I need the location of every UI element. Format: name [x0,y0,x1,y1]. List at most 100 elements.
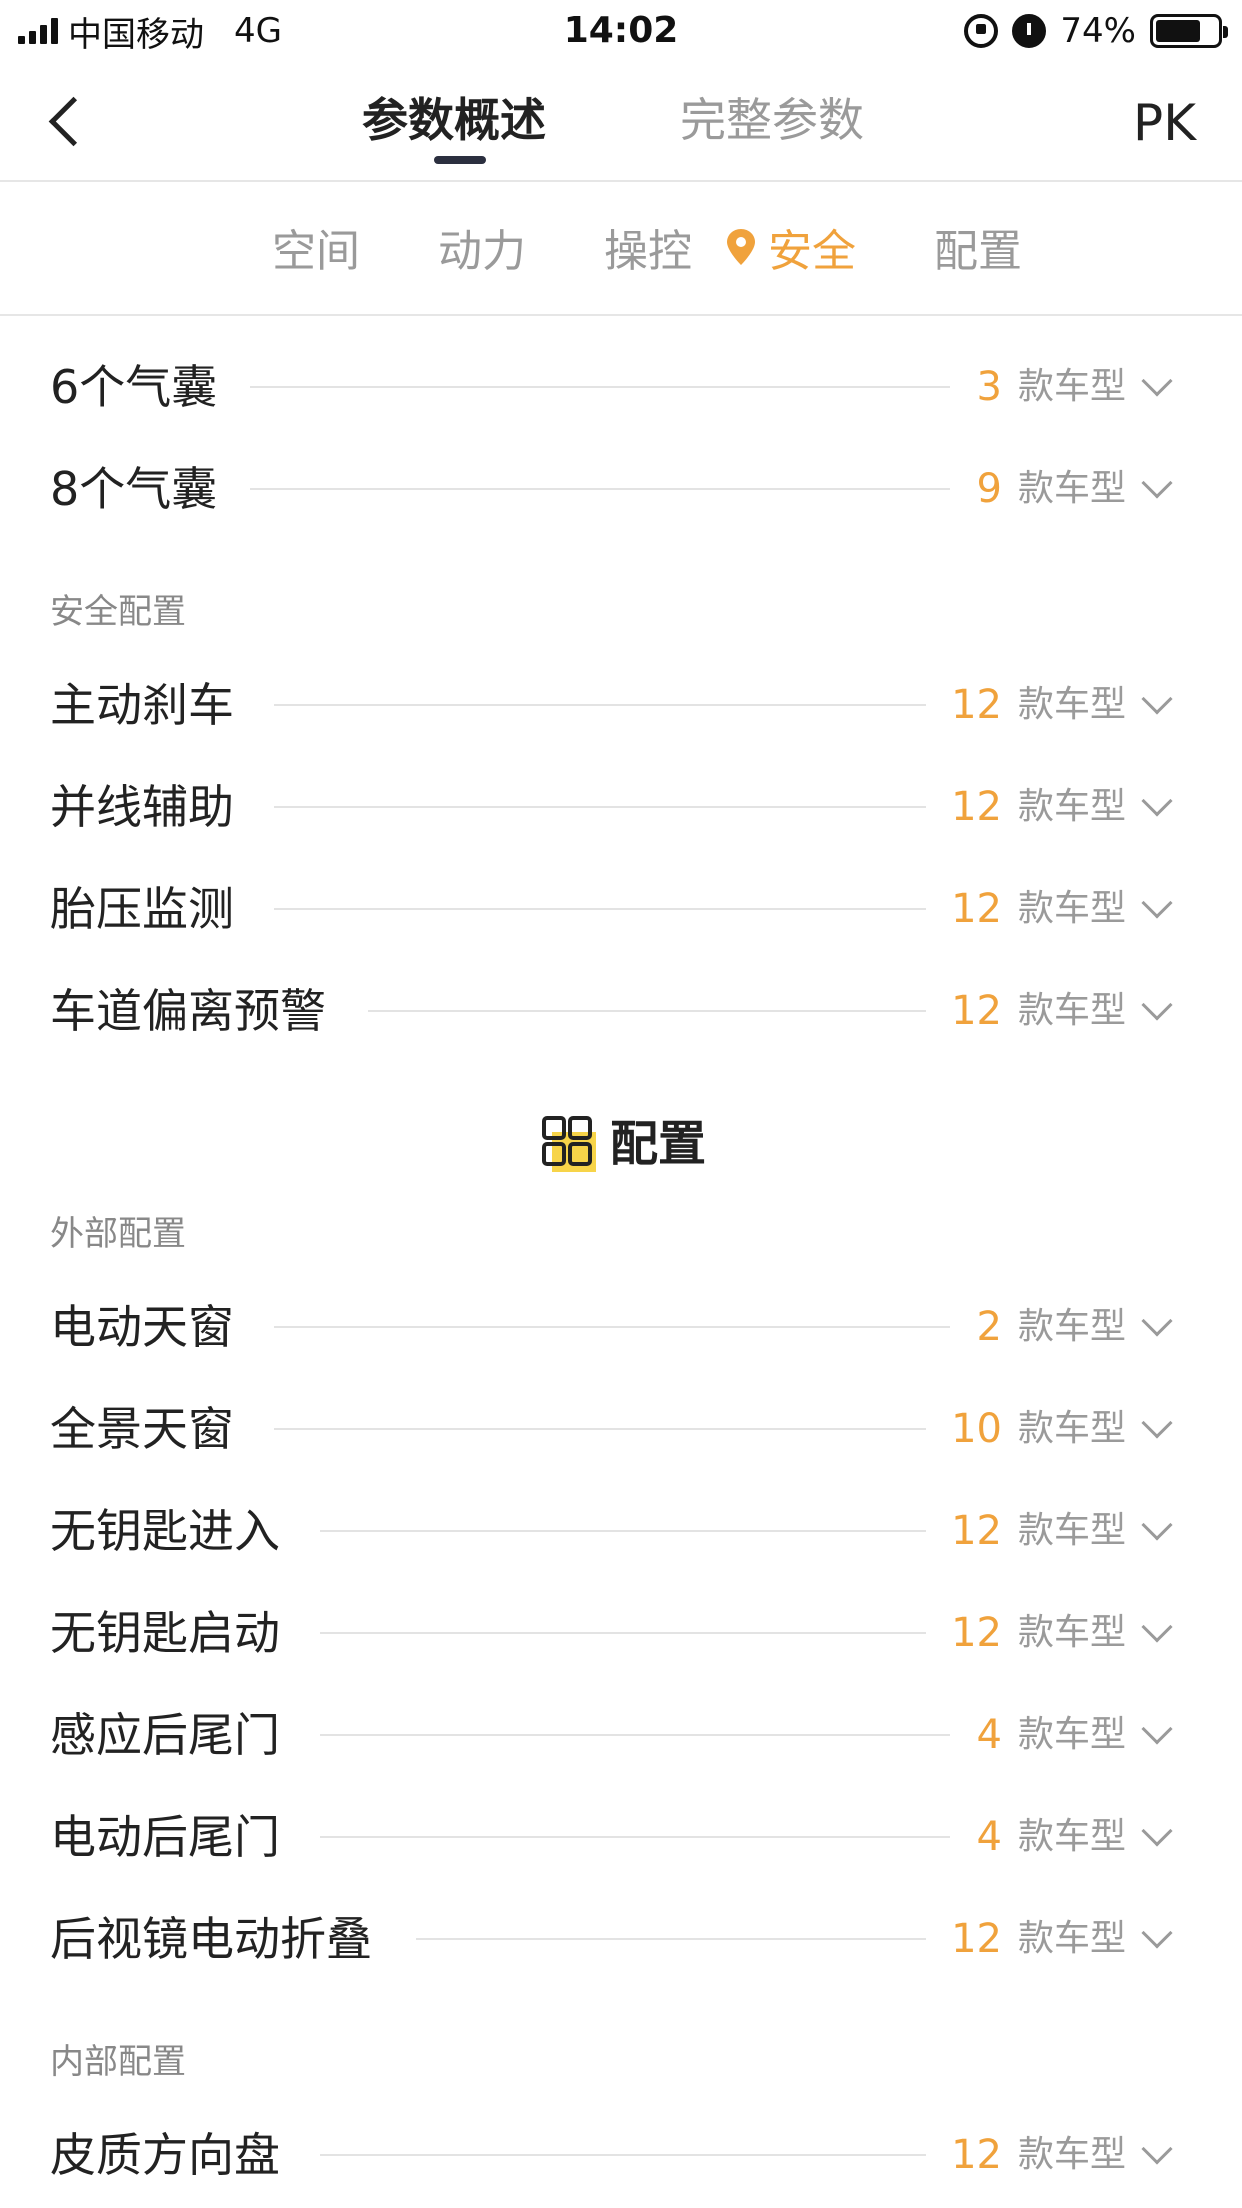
item-unit: 款车型 [1018,1714,1127,1755]
list-item[interactable]: 电动后尾门 4 款车型 [0,1802,1242,1872]
tab-overview[interactable]: 参数概述 [362,90,546,150]
chevron-down-icon[interactable] [1141,683,1173,715]
rotation-lock-icon [964,14,999,48]
item-label: 并线辅助 [50,780,234,834]
row-divider-line [274,1428,926,1430]
item-unit: 款车型 [1018,468,1127,509]
list-item[interactable]: 无钥匙启动 12 款车型 [0,1598,1242,1668]
item-label: 后视镜电动折叠 [50,1912,372,1966]
list-item[interactable]: 全景天窗 10 款车型 [0,1394,1242,1464]
item-unit: 款车型 [1018,1816,1127,1857]
item-count: 10 [951,1406,1002,1452]
list-item[interactable]: 后视镜电动折叠 12 款车型 [0,1904,1242,1974]
chevron-down-icon[interactable] [1141,467,1173,499]
nav-bar: 参数概述 完整参数 PK [0,62,1242,182]
item-count: 2 [976,1304,1002,1350]
list-item[interactable]: 8个气囊 9 款车型 [0,454,1242,524]
item-label: 电动天窗 [50,1300,234,1354]
row-divider-line [320,2154,926,2156]
row-divider-line [320,1836,950,1838]
grid-apps-icon [542,1116,596,1172]
config-section-header: 配置 [0,1110,1242,1180]
group-label-safety-config: 安全配置 [50,592,186,632]
item-label: 主动刹车 [50,678,234,732]
item-label: 全景天窗 [50,1402,234,1456]
subtab-space[interactable]: 空间 [272,224,360,280]
item-label: 胎压监测 [50,882,234,936]
chevron-down-icon[interactable] [1141,989,1173,1021]
subtab-config[interactable]: 配置 [934,224,1022,280]
item-unit: 款车型 [1018,1918,1127,1959]
item-label: 电动后尾门 [50,1810,280,1864]
list-item[interactable]: 主动刹车 12 款车型 [0,670,1242,740]
item-count: 12 [951,1610,1002,1656]
item-unit: 款车型 [1018,786,1127,827]
subtab-safety[interactable]: 安全 [768,224,856,280]
alarm-icon [1012,14,1047,48]
row-divider-line [416,1938,926,1940]
item-unit: 款车型 [1018,1306,1127,1347]
item-count: 3 [976,364,1002,410]
row-divider-line [274,908,926,910]
item-label: 皮质方向盘 [50,2128,280,2182]
list-item[interactable]: 无钥匙进入 12 款车型 [0,1496,1242,1566]
item-count: 12 [951,784,1002,830]
row-divider-line [320,1734,950,1736]
item-count: 4 [976,1712,1002,1758]
chevron-down-icon[interactable] [1141,1305,1173,1337]
item-label: 8个气囊 [50,462,218,516]
list-item[interactable]: 胎压监测 12 款车型 [0,874,1242,944]
item-unit: 款车型 [1018,2134,1127,2175]
item-label: 感应后尾门 [50,1708,280,1762]
section-title-config: 配置 [610,1116,707,1172]
chevron-down-icon[interactable] [1141,1611,1173,1643]
status-right: 74% [964,8,1228,54]
row-divider-line [274,1326,950,1328]
item-count: 4 [976,1814,1002,1860]
group-label-interior: 内部配置 [50,2042,186,2082]
item-unit: 款车型 [1018,1612,1127,1653]
item-count: 12 [951,1508,1002,1554]
subtab-handling[interactable]: 操控 [604,224,692,280]
item-count: 9 [976,466,1002,512]
category-subnav: 空间 动力 操控 安全 配置 [0,184,1242,316]
item-count: 12 [951,886,1002,932]
list-item[interactable]: 皮质方向盘 12 款车型 [0,2120,1242,2190]
list-item[interactable]: 并线辅助 12 款车型 [0,772,1242,842]
row-divider-line [274,704,926,706]
chevron-down-icon[interactable] [1141,887,1173,919]
chevron-down-icon[interactable] [1141,1917,1173,1949]
item-count: 12 [951,682,1002,728]
chevron-down-icon[interactable] [1141,365,1173,397]
row-divider-line [368,1010,926,1012]
list-item[interactable]: 感应后尾门 4 款车型 [0,1700,1242,1770]
battery-percent: 74% [1060,11,1136,51]
row-divider-line [274,806,926,808]
chevron-down-icon[interactable] [1141,1509,1173,1541]
location-pin-icon [727,229,755,265]
tab-full-params[interactable]: 完整参数 [680,90,864,150]
battery-fill [1156,20,1201,42]
item-label: 6个气囊 [50,360,218,414]
list-item[interactable]: 电动天窗 2 款车型 [0,1292,1242,1362]
item-label: 无钥匙启动 [50,1606,280,1660]
item-unit: 款车型 [1018,1510,1127,1551]
chevron-down-icon[interactable] [1141,1407,1173,1439]
battery-icon [1150,14,1228,48]
row-divider-line [250,488,950,490]
subtab-power[interactable]: 动力 [438,224,526,280]
item-unit: 款车型 [1018,1408,1127,1449]
pk-button[interactable]: PK [1133,94,1196,152]
back-arrow-icon[interactable] [44,98,88,142]
chevron-down-icon[interactable] [1141,785,1173,817]
chevron-down-icon[interactable] [1141,1815,1173,1847]
chevron-down-icon[interactable] [1141,2133,1173,2165]
list-item[interactable]: 车道偏离预警 12 款车型 [0,976,1242,1046]
item-label: 无钥匙进入 [50,1504,280,1558]
row-divider-line [320,1530,926,1532]
status-bar: 中国移动 4G 14:02 74% [0,0,1242,62]
list-item[interactable]: 6个气囊 3 款车型 [0,352,1242,422]
item-count: 12 [951,1916,1002,1962]
chevron-down-icon[interactable] [1141,1713,1173,1745]
active-tab-underline [434,156,486,164]
